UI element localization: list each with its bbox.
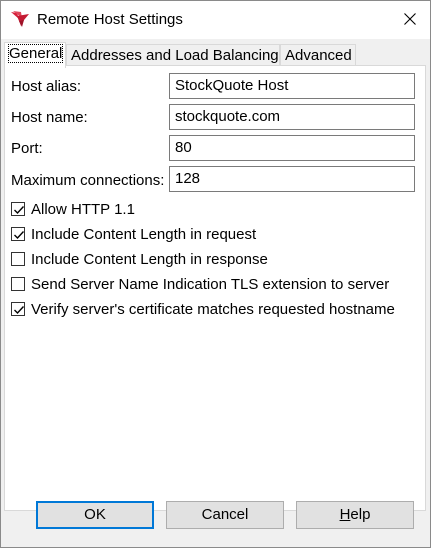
allow-http11-label: Allow HTTP 1.1 <box>31 200 135 218</box>
tab-addresses-label: Addresses and Load Balancing <box>71 47 279 64</box>
close-icon <box>404 12 416 28</box>
help-button[interactable]: Help <box>296 501 414 529</box>
dialog-client-area: General Addresses and Load Balancing Adv… <box>1 39 430 547</box>
tab-general[interactable]: General <box>4 42 66 68</box>
send-sni-checkbox[interactable] <box>11 277 25 291</box>
red-winged-logo-icon <box>10 10 30 28</box>
remote-host-settings-dialog: Remote Host Settings General Addresses a… <box>0 0 431 548</box>
host-name-input[interactable]: stockquote.com <box>169 104 415 130</box>
port-label: Port: <box>11 140 43 157</box>
max-connections-input[interactable]: 128 <box>169 166 415 192</box>
tab-general-label: General <box>7 44 64 63</box>
host-alias-input[interactable]: StockQuote Host <box>169 73 415 99</box>
host-alias-label: Host alias: <box>11 78 82 95</box>
max-connections-label: Maximum connections: <box>11 172 165 189</box>
verify-hostname-label: Verify server's certificate matches requ… <box>31 300 395 318</box>
checkmark-icon <box>14 231 25 240</box>
verify-hostname-row[interactable]: Verify server's certificate matches requ… <box>11 299 395 319</box>
send-sni-row[interactable]: Send Server Name Indication TLS extensio… <box>11 274 389 294</box>
general-tab-panel: Host alias: StockQuote Host Host name: s… <box>4 65 426 511</box>
cancel-button[interactable]: Cancel <box>166 501 284 529</box>
tab-addresses-load-balancing[interactable]: Addresses and Load Balancing <box>66 44 280 67</box>
tab-advanced-label: Advanced <box>285 47 352 64</box>
include-content-length-response-label: Include Content Length in response <box>31 250 268 268</box>
checkmark-icon <box>14 306 25 315</box>
include-content-length-response-row[interactable]: Include Content Length in response <box>11 249 268 269</box>
include-content-length-request-checkbox[interactable] <box>11 227 25 241</box>
allow-http11-checkbox[interactable] <box>11 202 25 216</box>
ok-button[interactable]: OK <box>36 501 154 529</box>
checkmark-icon <box>14 206 25 215</box>
include-content-length-request-row[interactable]: Include Content Length in request <box>11 224 256 244</box>
allow-http11-checkbox-row[interactable]: Allow HTTP 1.1 <box>11 199 135 219</box>
include-content-length-response-checkbox[interactable] <box>11 252 25 266</box>
tab-advanced[interactable]: Advanced <box>280 44 356 67</box>
window-title: Remote Host Settings <box>37 11 183 28</box>
title-bar[interactable]: Remote Host Settings <box>1 1 430 39</box>
close-button[interactable] <box>393 5 427 35</box>
send-sni-label: Send Server Name Indication TLS extensio… <box>31 275 390 293</box>
verify-hostname-checkbox[interactable] <box>11 302 25 316</box>
include-content-length-request-label: Include Content Length in request <box>31 225 257 243</box>
port-input[interactable]: 80 <box>169 135 415 161</box>
host-name-label: Host name: <box>11 109 88 126</box>
